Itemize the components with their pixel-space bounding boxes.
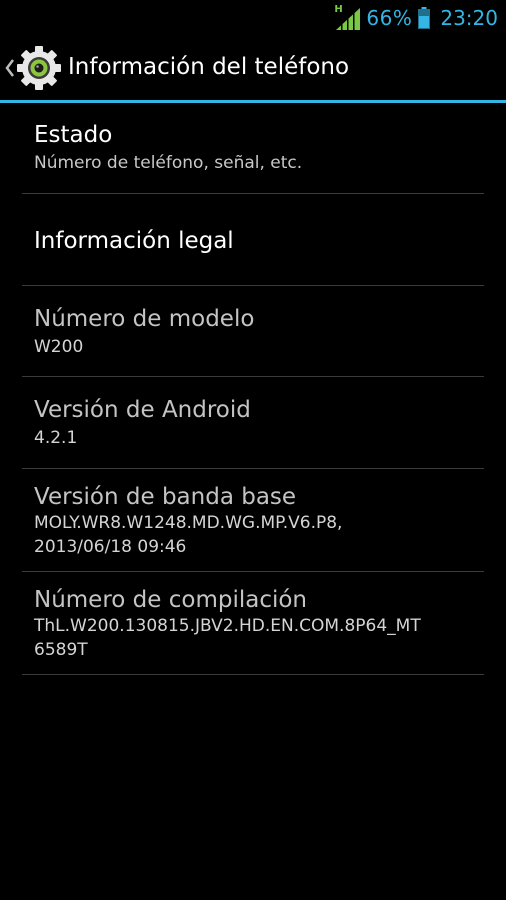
list-item-summary: 4.2.1 xyxy=(34,428,78,448)
list-item-version-banda-base: Versión de banda base MOLY.WR8.W1248.MD.… xyxy=(22,469,484,572)
status-bar: H 66% 23:20 xyxy=(0,0,506,36)
chevron-left-icon[interactable] xyxy=(5,58,15,78)
battery-percentage: 66% xyxy=(366,6,413,30)
list-item-title: Versión de Android xyxy=(34,397,251,423)
list-item-summary-line-2: 6589T xyxy=(34,640,88,660)
list-item-summary-line-1: MOLY.WR8.W1248.MD.WG.MP.V6.P8, xyxy=(34,513,343,533)
list-item-summary-line-1: ThL.W200.130815.JBV2.HD.EN.COM.8P64_MT xyxy=(34,616,421,636)
status-clock: 23:20 xyxy=(440,6,498,30)
settings-list: Estado Número de teléfono, señal, etc. I… xyxy=(22,103,484,675)
list-item-numero-compilacion[interactable]: Número de compilación ThL.W200.130815.JB… xyxy=(22,572,484,675)
page-title: Información del teléfono xyxy=(68,54,350,80)
list-item-numero-modelo: Número de modelo W200 xyxy=(22,286,484,377)
list-item-title: Estado xyxy=(34,122,113,148)
action-bar: Información del teléfono xyxy=(0,36,506,100)
list-item-summary: W200 xyxy=(34,337,84,357)
list-item-title: Número de modelo xyxy=(34,306,255,332)
status-indicators: H 66% 23:20 xyxy=(334,4,498,32)
list-item-summary: Número de teléfono, señal, etc. xyxy=(34,153,303,173)
list-item-title: Número de compilación xyxy=(34,587,308,613)
list-item-title: Versión de banda base xyxy=(34,484,297,510)
signal-strength-icon: H xyxy=(334,4,361,30)
list-item-summary-line-2: 2013/06/18 09:46 xyxy=(34,537,187,557)
list-item-title: Información legal xyxy=(34,228,234,254)
battery-icon xyxy=(418,7,431,29)
list-item-version-android[interactable]: Versión de Android 4.2.1 xyxy=(22,377,484,469)
list-item-informacion-legal[interactable]: Información legal xyxy=(22,194,484,286)
list-item-estado[interactable]: Estado Número de teléfono, señal, etc. xyxy=(22,103,484,194)
settings-gear-icon[interactable] xyxy=(16,45,62,91)
